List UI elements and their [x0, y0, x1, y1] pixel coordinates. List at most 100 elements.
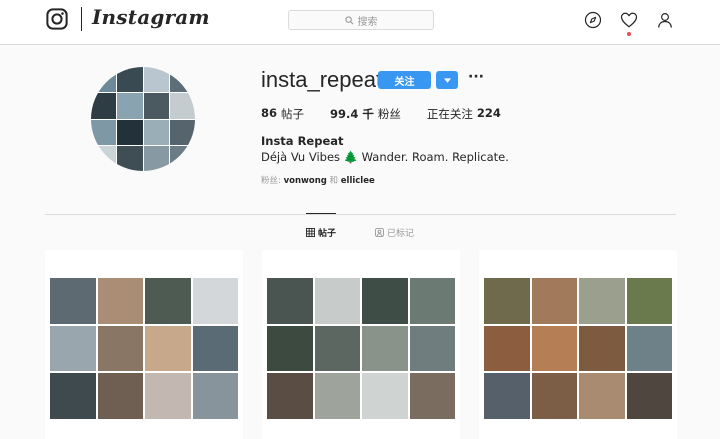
tab-tagged-label: 已标记: [387, 229, 415, 239]
profile-bio: Déjà Vu Vibes 🌲 Wander. Roam. Replicate.: [261, 150, 509, 164]
post-collage: [484, 278, 672, 419]
stat-posts: 86 帖子: [261, 106, 304, 122]
tagged-icon: [375, 228, 384, 237]
photo-tile: [97, 373, 143, 419]
photo-tile: [531, 278, 577, 324]
tab-tagged[interactable]: 已标记: [375, 226, 414, 239]
posts-label: 帖子: [281, 107, 305, 121]
photo-tile: [409, 325, 455, 372]
instagram-wordmark[interactable]: Instagram: [92, 5, 210, 29]
profile-full-name: Insta Repeat: [261, 134, 344, 148]
avatar-photo-tile: [169, 145, 195, 171]
photo-tile: [314, 325, 360, 372]
avatar-photo-tile: [91, 145, 117, 171]
photo-tile: [314, 373, 360, 419]
post-thumbnail[interactable]: [479, 250, 677, 439]
posts-count: 86: [261, 106, 278, 120]
avatar-photo-tile: [117, 93, 143, 119]
photo-tile: [192, 373, 238, 419]
search-input[interactable]: 搜索: [288, 10, 434, 30]
photo-tile: [314, 278, 360, 324]
photo-tile: [362, 325, 408, 372]
followed-by-user-link[interactable]: elliclee: [341, 176, 375, 186]
avatar-photo-tile: [117, 67, 143, 93]
photo-tile: [50, 373, 96, 419]
following-count: 224: [476, 106, 501, 120]
photo-tile: [362, 373, 408, 419]
search-placeholder: 搜索: [357, 16, 378, 28]
photo-tile: [50, 278, 96, 324]
followed-by-and: 和: [329, 176, 339, 186]
followed-by-line: 粉丝: vonwong 和 elliclee: [261, 174, 375, 186]
more-options-button[interactable]: ···: [468, 70, 484, 88]
photo-tile: [531, 325, 577, 372]
photo-tile: [626, 373, 672, 419]
avatar-photo-tile: [143, 67, 169, 93]
avatar-photo-tile: [117, 145, 143, 171]
photo-tile: [50, 325, 96, 372]
photo-tile: [409, 373, 455, 419]
post-collage: [50, 278, 238, 419]
photo-tile: [97, 325, 143, 372]
search-icon: [344, 15, 353, 24]
avatar-photo-tile: [91, 67, 117, 93]
post-collage: [267, 278, 455, 419]
photo-tile: [484, 373, 530, 419]
post-thumbnail[interactable]: [262, 250, 460, 439]
instagram-camera-icon[interactable]: [46, 8, 68, 30]
avatar-photo-tile: [143, 145, 169, 171]
photo-tile: [409, 278, 455, 324]
followers-label: 粉丝: [377, 107, 401, 121]
photo-tile: [579, 325, 625, 372]
avatar-photo-tile: [143, 93, 169, 119]
heart-icon[interactable]: [620, 11, 638, 29]
following-label: 正在关注: [426, 107, 473, 121]
avatar-photo-tile: [91, 93, 117, 119]
photo-tile: [626, 325, 672, 372]
photo-tile: [579, 373, 625, 419]
photo-tile: [192, 278, 238, 324]
compass-icon[interactable]: [584, 11, 602, 29]
notification-dot: [627, 32, 631, 36]
avatar-photo-tile: [117, 119, 143, 145]
logo-divider: [81, 7, 82, 31]
followers-count: 99.4 千: [330, 107, 374, 121]
photo-tile: [192, 325, 238, 372]
profile-stats: 86 帖子 99.4 千 粉丝 正在关注 224: [261, 106, 527, 122]
active-tab-indicator: [306, 213, 336, 214]
followed-by-label: 粉丝:: [261, 176, 281, 186]
photo-tile: [267, 278, 313, 324]
avatar-photo-tile: [169, 119, 195, 145]
tab-posts[interactable]: 帖子: [306, 226, 336, 239]
top-navigation-bar: Instagram 搜索: [0, 0, 720, 45]
photo-tile: [267, 373, 313, 419]
grid-icon: [306, 228, 315, 237]
avatar-photo-tile: [91, 119, 117, 145]
profile-avatar[interactable]: [91, 67, 195, 171]
tab-posts-label: 帖子: [318, 229, 337, 239]
avatar-photo-tile: [169, 93, 195, 119]
profile-icon[interactable]: [656, 11, 674, 29]
photo-tile: [145, 325, 191, 372]
photo-tile: [267, 325, 313, 372]
caret-down-icon: [443, 77, 451, 83]
photo-tile: [579, 278, 625, 324]
photo-tile: [484, 278, 530, 324]
photo-tile: [362, 278, 408, 324]
photo-tile: [145, 278, 191, 324]
avatar-photo-tile: [169, 67, 195, 93]
photo-tile: [484, 325, 530, 372]
photo-tile: [626, 278, 672, 324]
tabs-divider: [45, 214, 676, 215]
follow-button[interactable]: 关注: [378, 71, 431, 89]
followed-by-user-link[interactable]: vonwong: [284, 176, 327, 186]
suggestions-dropdown-button[interactable]: [436, 71, 458, 89]
photo-tile: [145, 373, 191, 419]
stat-following[interactable]: 正在关注 224: [427, 106, 501, 122]
post-thumbnail[interactable]: [45, 250, 243, 439]
avatar-photo-tile: [143, 119, 169, 145]
photo-tile: [97, 278, 143, 324]
photo-tile: [531, 373, 577, 419]
stat-followers[interactable]: 99.4 千 粉丝: [330, 106, 401, 122]
profile-username: insta_repeat: [261, 67, 383, 92]
